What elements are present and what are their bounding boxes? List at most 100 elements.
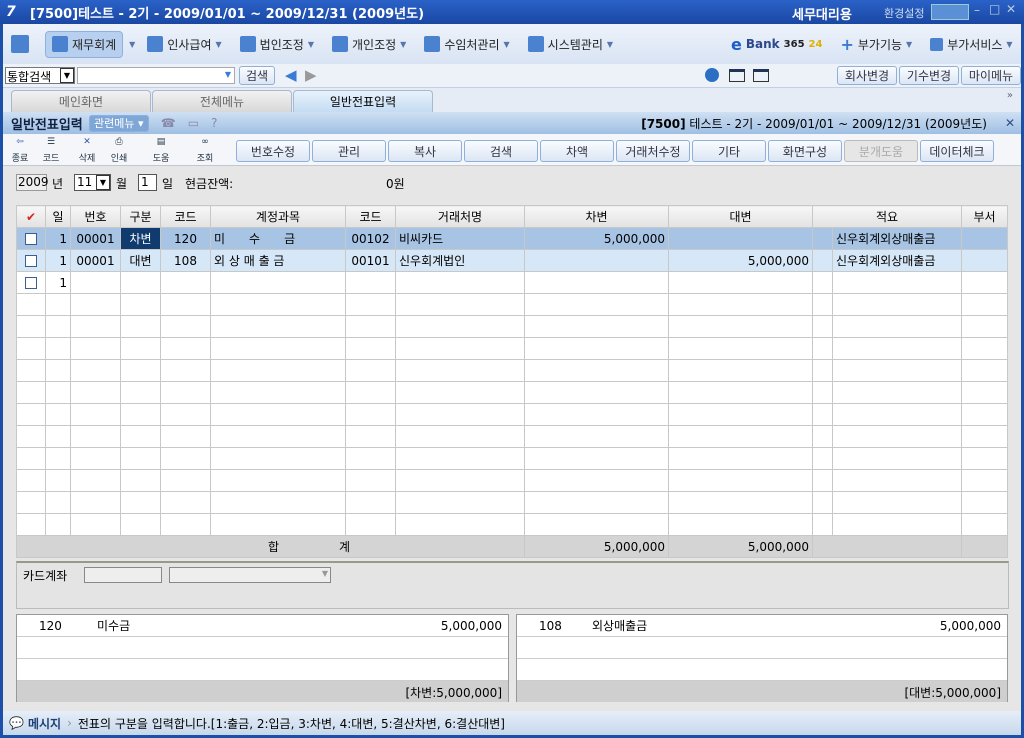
- cell-partner[interactable]: [395, 513, 525, 536]
- cell-pad[interactable]: [812, 227, 833, 250]
- cell-day[interactable]: [45, 403, 71, 426]
- cell-partner[interactable]: [395, 491, 525, 514]
- cell-padd[interactable]: [961, 249, 1008, 272]
- cell-pcode[interactable]: [345, 337, 396, 360]
- cell-day[interactable]: [45, 315, 71, 338]
- cell-no[interactable]: [70, 425, 121, 448]
- search-tool-button[interactable]: 검색: [464, 140, 538, 162]
- cell-debit[interactable]: [524, 425, 669, 448]
- cell-account[interactable]: 미 수 금: [210, 227, 346, 250]
- table-row[interactable]: [16, 469, 1008, 492]
- cell-memo[interactable]: [832, 381, 962, 404]
- view-tool[interactable]: ∞ 조회: [193, 137, 217, 164]
- cell-pcode[interactable]: [345, 513, 396, 536]
- cell-day[interactable]: 1: [45, 271, 71, 294]
- search-button[interactable]: 검색: [239, 66, 275, 85]
- cell-partner[interactable]: [395, 271, 525, 294]
- window-icon[interactable]: [729, 69, 745, 82]
- cell-pad[interactable]: [812, 491, 833, 514]
- cell-pcode[interactable]: [345, 315, 396, 338]
- cell-code[interactable]: 108: [160, 249, 211, 272]
- checkbox[interactable]: [25, 255, 37, 267]
- cell-memo[interactable]: [832, 403, 962, 426]
- checkbox[interactable]: [25, 233, 37, 245]
- settings-link[interactable]: 환경설정: [884, 5, 924, 21]
- cell-padd[interactable]: [961, 513, 1008, 536]
- change-company-button[interactable]: 회사변경: [837, 66, 897, 85]
- cell-type[interactable]: [120, 271, 161, 294]
- cell-memo[interactable]: [832, 447, 962, 470]
- cell-day[interactable]: [45, 447, 71, 470]
- cell-code[interactable]: [160, 337, 211, 360]
- cell-partner[interactable]: [395, 293, 525, 316]
- cell-credit[interactable]: [668, 271, 813, 294]
- menu-clients[interactable]: 수임처관리 ▼: [418, 32, 515, 57]
- layout-toggle[interactable]: [931, 4, 969, 20]
- related-menu-button[interactable]: 관련메뉴 ▾: [88, 114, 149, 132]
- cell-credit[interactable]: [668, 403, 813, 426]
- cell-padd[interactable]: [961, 469, 1008, 492]
- table-row[interactable]: [16, 381, 1008, 404]
- row-checkbox[interactable]: [16, 337, 46, 360]
- minimize-button[interactable]: –: [974, 3, 980, 17]
- cell-code[interactable]: [160, 447, 211, 470]
- table-row[interactable]: 1: [16, 271, 1008, 294]
- cell-credit[interactable]: [668, 513, 813, 536]
- cell-pad[interactable]: [812, 359, 833, 382]
- cell-account[interactable]: [210, 425, 346, 448]
- screen-layout-button[interactable]: 화면구성: [768, 140, 842, 162]
- cell-code[interactable]: [160, 359, 211, 382]
- cell-no[interactable]: [70, 359, 121, 382]
- table-row[interactable]: [16, 359, 1008, 382]
- cell-padd[interactable]: [961, 447, 1008, 470]
- cell-code[interactable]: [160, 381, 211, 404]
- help-tool[interactable]: ▤ 도움: [149, 137, 173, 164]
- cell-debit[interactable]: [524, 381, 669, 404]
- table-row[interactable]: [16, 403, 1008, 426]
- home-icon[interactable]: [11, 35, 29, 53]
- cell-account[interactable]: 외 상 매 출 금: [210, 249, 346, 272]
- cell-day[interactable]: 1: [45, 249, 71, 272]
- cell-debit[interactable]: [524, 469, 669, 492]
- cell-padd[interactable]: [961, 359, 1008, 382]
- cell-pcode[interactable]: [345, 359, 396, 382]
- cell-pad[interactable]: [812, 315, 833, 338]
- cell-partner[interactable]: [395, 337, 525, 360]
- cell-no[interactable]: [70, 469, 121, 492]
- cell-debit[interactable]: 5,000,000: [524, 227, 669, 250]
- menu-system[interactable]: 시스템관리 ▼: [522, 32, 619, 57]
- checkbox[interactable]: [25, 277, 37, 289]
- cell-account[interactable]: [210, 491, 346, 514]
- cell-type[interactable]: [120, 403, 161, 426]
- cell-account[interactable]: [210, 403, 346, 426]
- cell-debit[interactable]: [524, 359, 669, 382]
- cell-day[interactable]: [45, 359, 71, 382]
- cell-day[interactable]: [45, 469, 71, 492]
- difference-button[interactable]: 차액: [540, 140, 614, 162]
- cell-partner[interactable]: [395, 447, 525, 470]
- cell-code[interactable]: [160, 315, 211, 338]
- menu-ebank[interactable]: e Bank 365 24: [725, 31, 828, 58]
- cell-credit[interactable]: [668, 425, 813, 448]
- cell-day[interactable]: [45, 513, 71, 536]
- table-row[interactable]: [16, 315, 1008, 338]
- cell-no[interactable]: [70, 271, 121, 294]
- cell-credit[interactable]: [668, 315, 813, 338]
- cell-type[interactable]: [120, 359, 161, 382]
- cell-account[interactable]: [210, 469, 346, 492]
- table-row[interactable]: [16, 293, 1008, 316]
- cell-pcode[interactable]: [345, 469, 396, 492]
- window-icon[interactable]: [753, 69, 769, 82]
- cell-day[interactable]: [45, 425, 71, 448]
- cell-no[interactable]: [70, 315, 121, 338]
- cell-type[interactable]: [120, 337, 161, 360]
- cell-credit[interactable]: [668, 293, 813, 316]
- table-row[interactable]: 1 00001 대변 108 외 상 매 출 금 00101 신우회계법인 5,000,000…: [16, 249, 1008, 272]
- code-tool[interactable]: ☰ 코드: [39, 137, 63, 164]
- cell-debit[interactable]: [524, 491, 669, 514]
- chevron-down-icon[interactable]: ▼: [129, 40, 135, 49]
- row-checkbox[interactable]: [16, 271, 46, 294]
- cell-credit[interactable]: [668, 447, 813, 470]
- table-row[interactable]: [16, 447, 1008, 470]
- cell-credit[interactable]: [668, 469, 813, 492]
